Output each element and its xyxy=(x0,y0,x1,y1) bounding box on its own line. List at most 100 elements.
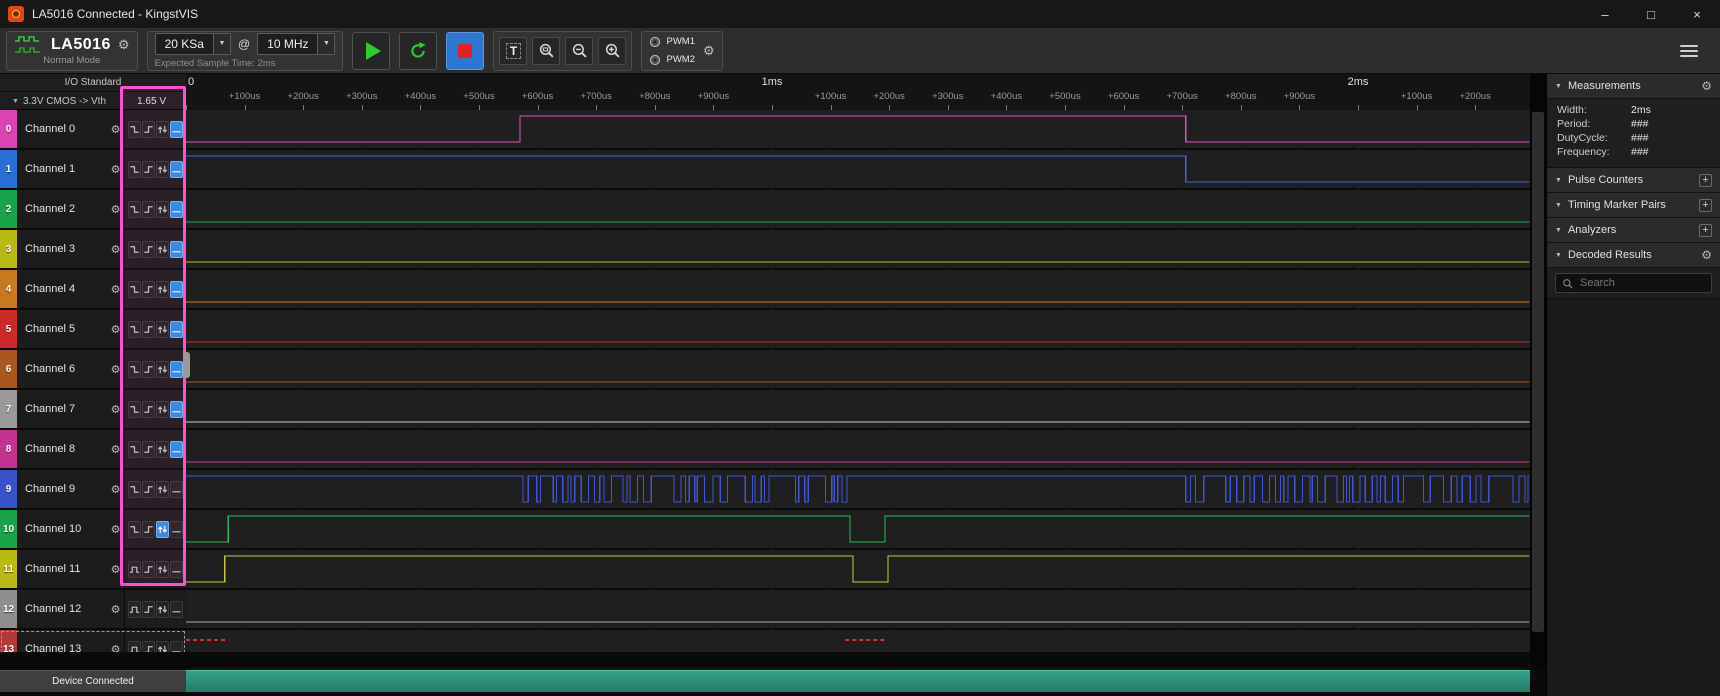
channel-color-badge[interactable]: 13 xyxy=(0,630,17,652)
trigger-rise-button[interactable] xyxy=(142,441,155,458)
channel-row[interactable]: 9Channel 9⚙ xyxy=(0,470,186,508)
channel-color-badge[interactable]: 0 xyxy=(0,110,17,148)
channel-row[interactable]: 11Channel 11⚙ xyxy=(0,550,186,588)
pwm2-toggle[interactable]: PWM2 xyxy=(649,52,695,68)
trigger-fall-button[interactable] xyxy=(128,161,141,178)
vertical-scrollbar-thumb[interactable] xyxy=(1532,112,1544,632)
channel-settings-gear-icon[interactable]: ⚙ xyxy=(107,230,124,268)
channel-settings-gear-icon[interactable]: ⚙ xyxy=(107,550,124,588)
channel-settings-gear-icon[interactable]: ⚙ xyxy=(107,590,124,628)
channel-row[interactable]: 5Channel 5⚙ xyxy=(0,310,186,348)
channel-name[interactable]: Channel 3 xyxy=(17,230,107,268)
trigger-rise-button[interactable] xyxy=(142,401,155,418)
trigger-rise-button[interactable] xyxy=(142,601,155,618)
caret-down-icon[interactable]: ▼ xyxy=(213,34,230,54)
trigger-either-button[interactable] xyxy=(156,201,169,218)
section-timing-marker-pairs[interactable]: ▼ Timing Marker Pairs + xyxy=(1547,193,1720,218)
trigger-level-button[interactable] xyxy=(170,521,183,538)
trigger-pulse-button[interactable] xyxy=(128,601,141,618)
channel-row[interactable]: 13Channel 13⚙ xyxy=(0,630,186,652)
section-decoded-results[interactable]: ▼ Decoded Results ⚙ xyxy=(1547,243,1720,268)
channel-row[interactable]: 0Channel 0⚙ xyxy=(0,110,186,148)
trigger-either-button[interactable] xyxy=(156,321,169,338)
trigger-either-button[interactable] xyxy=(156,561,169,578)
trigger-level-button[interactable] xyxy=(170,241,183,258)
channel-row[interactable]: 4Channel 4⚙ xyxy=(0,270,186,308)
waveform-row[interactable] xyxy=(186,150,1530,188)
waveform-row[interactable] xyxy=(186,590,1530,628)
trigger-level-button[interactable] xyxy=(170,601,183,618)
pwm-settings-gear-icon[interactable]: ⚙ xyxy=(703,43,715,59)
trigger-either-button[interactable] xyxy=(156,361,169,378)
vertical-scrollbar[interactable] xyxy=(1530,74,1546,670)
trigger-rise-button[interactable] xyxy=(142,561,155,578)
trigger-pulse-button[interactable] xyxy=(128,641,141,653)
waveform-row[interactable] xyxy=(186,190,1530,228)
trigger-level-button[interactable] xyxy=(170,361,183,378)
trigger-either-button[interactable] xyxy=(156,481,169,498)
trigger-rise-button[interactable] xyxy=(142,361,155,378)
trigger-either-button[interactable] xyxy=(156,241,169,258)
sample-count-dropdown[interactable]: 20 KSa ▼ xyxy=(155,33,231,55)
channel-row[interactable]: 10Channel 10⚙ xyxy=(0,510,186,548)
channel-settings-gear-icon[interactable]: ⚙ xyxy=(107,110,124,148)
add-analyzer-icon[interactable]: + xyxy=(1699,224,1712,237)
add-pulse-counter-icon[interactable]: + xyxy=(1699,174,1712,187)
trigger-fall-button[interactable] xyxy=(128,361,141,378)
channel-name[interactable]: Channel 6 xyxy=(17,350,107,388)
zoom-fit-button[interactable] xyxy=(532,37,560,65)
zoom-out-button[interactable] xyxy=(565,37,593,65)
loop-run-button[interactable] xyxy=(399,32,437,70)
channel-color-badge[interactable]: 4 xyxy=(0,270,17,308)
channel-name[interactable]: Channel 8 xyxy=(17,430,107,468)
trigger-fall-button[interactable] xyxy=(128,321,141,338)
trigger-either-button[interactable] xyxy=(156,161,169,178)
decoded-results-gear-icon[interactable]: ⚙ xyxy=(1701,248,1712,262)
trigger-fall-button[interactable] xyxy=(128,201,141,218)
channel-color-badge[interactable]: 6 xyxy=(0,350,17,388)
panel-splitter-handle[interactable] xyxy=(183,352,190,378)
trigger-rise-button[interactable] xyxy=(142,641,155,653)
vth-value[interactable]: 1.65 V xyxy=(137,96,166,107)
trigger-rise-button[interactable] xyxy=(142,481,155,498)
trigger-rise-button[interactable] xyxy=(142,201,155,218)
channel-settings-gear-icon[interactable]: ⚙ xyxy=(107,470,124,508)
channel-row[interactable]: 6Channel 6⚙ xyxy=(0,350,186,388)
waveform-row[interactable] xyxy=(186,390,1530,428)
device-settings-gear-icon[interactable]: ⚙ xyxy=(118,37,130,53)
trigger-level-button[interactable] xyxy=(170,161,183,178)
channel-name[interactable]: Channel 9 xyxy=(17,470,107,508)
channel-settings-gear-icon[interactable]: ⚙ xyxy=(107,390,124,428)
channel-settings-gear-icon[interactable]: ⚙ xyxy=(107,510,124,548)
waveform-row[interactable] xyxy=(186,430,1530,468)
waveform-row[interactable] xyxy=(186,270,1530,308)
channel-name[interactable]: Channel 4 xyxy=(17,270,107,308)
trigger-level-button[interactable] xyxy=(170,481,183,498)
trigger-either-button[interactable] xyxy=(156,601,169,618)
trigger-fall-button[interactable] xyxy=(128,441,141,458)
trigger-fall-button[interactable] xyxy=(128,241,141,258)
start-button[interactable] xyxy=(352,32,390,70)
jump-to-trigger-button[interactable]: T xyxy=(499,37,527,65)
section-pulse-counters[interactable]: ▼ Pulse Counters + xyxy=(1547,168,1720,193)
channel-color-badge[interactable]: 9 xyxy=(0,470,17,508)
channel-row[interactable]: 3Channel 3⚙ xyxy=(0,230,186,268)
trigger-fall-button[interactable] xyxy=(128,481,141,498)
capture-overview-bar[interactable] xyxy=(186,670,1530,692)
zoom-in-button[interactable] xyxy=(598,37,626,65)
channel-color-badge[interactable]: 5 xyxy=(0,310,17,348)
trigger-rise-button[interactable] xyxy=(142,321,155,338)
menu-icon[interactable] xyxy=(1680,45,1698,57)
channel-name[interactable]: Channel 7 xyxy=(17,390,107,428)
trigger-fall-button[interactable] xyxy=(128,121,141,138)
channel-name[interactable]: Channel 2 xyxy=(17,190,107,228)
channel-row[interactable]: 2Channel 2⚙ xyxy=(0,190,186,228)
trigger-level-button[interactable] xyxy=(170,441,183,458)
trigger-pulse-button[interactable] xyxy=(128,561,141,578)
trigger-either-button[interactable] xyxy=(156,281,169,298)
trigger-fall-button[interactable] xyxy=(128,281,141,298)
add-timing-marker-icon[interactable]: + xyxy=(1699,199,1712,212)
channel-name[interactable]: Channel 1 xyxy=(17,150,107,188)
waveform-row[interactable] xyxy=(186,230,1530,268)
channel-row[interactable]: 1Channel 1⚙ xyxy=(0,150,186,188)
